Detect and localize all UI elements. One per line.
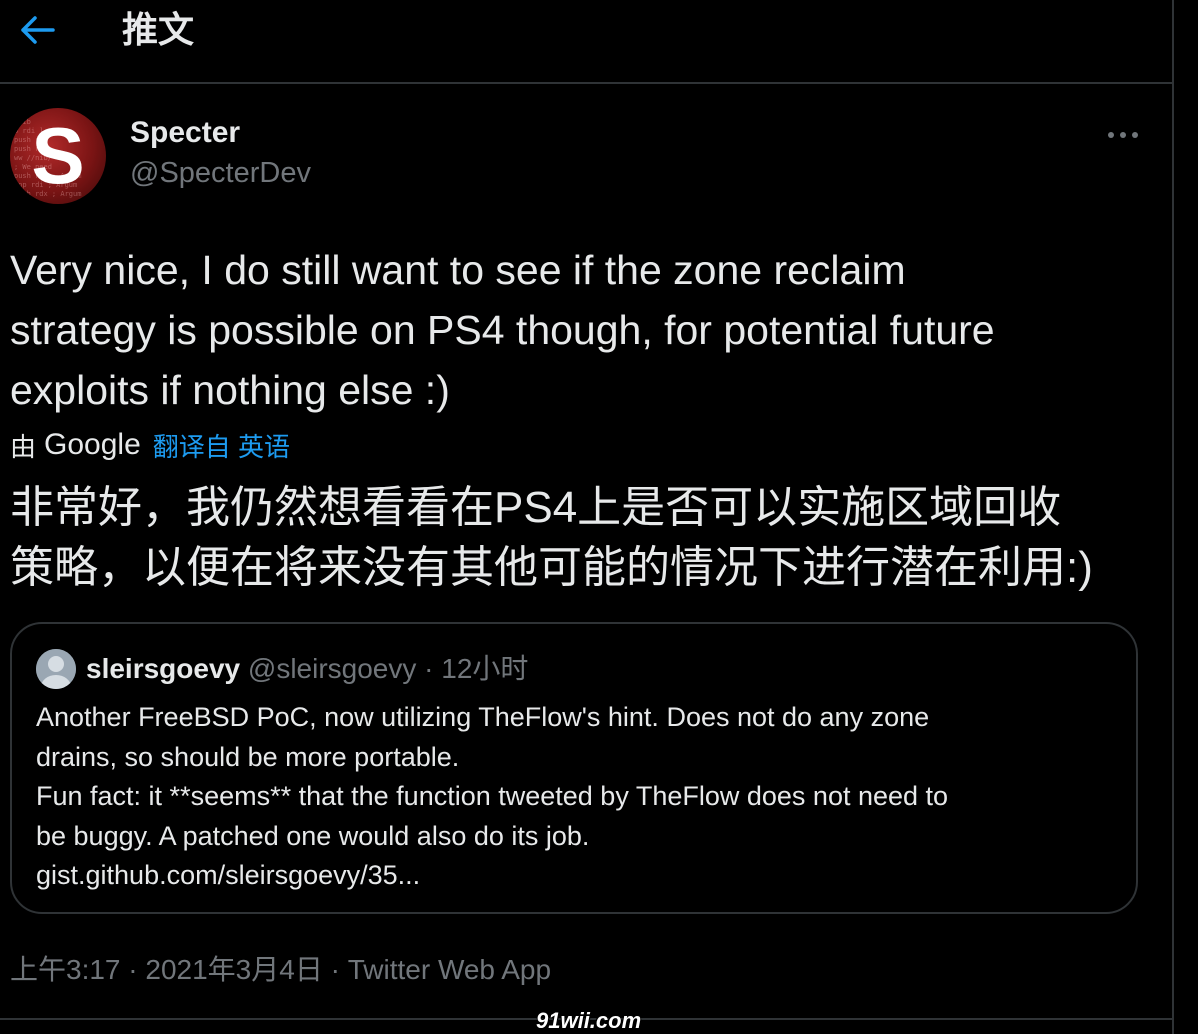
translation-by-label: 由 [10, 431, 37, 462]
author-avatar[interactable]: exib p rdi ] push rsi push r14 ww //nib/… [10, 108, 106, 204]
tweet-meta: 上午3:17 · 2021年3月4日 · Twitter Web App [10, 950, 551, 990]
tweet-page: 推文 exib p rdi ] push rsi push r14 ww //n… [0, 0, 1198, 1034]
quote-header: sleirsgoevy @sleirsgoevy · 12小时 [86, 650, 528, 688]
tweet-text-line: Very nice, I do still want to see if the… [10, 247, 906, 293]
translated-tweet-text: 非常好，我仍然想看看在PS4上是否可以实施区域回收 策略，以便在将来没有其他可能… [10, 478, 1160, 598]
quote-link[interactable]: gist.github.com/sleirsgoevy/35... [36, 856, 1116, 896]
back-button[interactable] [14, 8, 62, 52]
author-display-name[interactable]: Specter [130, 116, 240, 150]
author-handle[interactable]: @SpecterDev [130, 157, 311, 190]
translation-attribution: 由 Google 翻译自 英语 [10, 428, 290, 462]
default-user-icon [36, 649, 76, 689]
page-header: 推文 [0, 0, 1172, 84]
tweet-text: Very nice, I do still want to see if the… [10, 240, 1140, 420]
translated-text-line: 策略，以便在将来没有其他可能的情况下进行潜在利用:) [10, 543, 1093, 592]
quote-text-line: be buggy. A patched one would also do it… [36, 820, 590, 851]
tweet-text-line: exploits if nothing else :) [10, 367, 450, 413]
arrow-left-icon [21, 16, 55, 44]
quote-author-handle[interactable]: @sleirsgoevy [248, 653, 416, 684]
column-divider [1172, 0, 1174, 1034]
quote-text-line: Fun fact: it **seems** that the function… [36, 781, 949, 811]
watermark: 91wii.com [536, 1008, 642, 1033]
more-horizontal-icon [1108, 132, 1138, 138]
quote-separator: · [416, 653, 442, 684]
more-options-button[interactable] [1100, 120, 1146, 150]
quoted-tweet-card[interactable]: sleirsgoevy @sleirsgoevy · 12小时 Another … [10, 622, 1138, 914]
quote-timestamp[interactable]: 12小时 [441, 653, 528, 684]
tweet-text-line: strategy is possible on PS4 though, for … [10, 307, 995, 353]
avatar-letter: S [31, 111, 85, 200]
quote-text-line: Another FreeBSD PoC, now utilizing TheFl… [36, 702, 930, 732]
tweet-timestamp[interactable]: 上午3:17 · 2021年3月4日 · [10, 954, 348, 985]
page-title: 推文 [122, 9, 195, 50]
quote-author-name[interactable]: sleirsgoevy [86, 653, 240, 684]
quote-text-line: drains, so should be more portable. [36, 741, 460, 772]
google-logo: Google [44, 428, 141, 461]
quote-author-avatar[interactable] [36, 649, 76, 689]
translated-from-link[interactable]: 翻译自 英语 [153, 427, 290, 464]
tweet-source[interactable]: Twitter Web App [348, 954, 551, 985]
quote-body: Another FreeBSD PoC, now utilizing TheFl… [36, 698, 1116, 896]
translated-text-line: 非常好，我仍然想看看在PS4上是否可以实施区域回收 [10, 483, 1062, 532]
